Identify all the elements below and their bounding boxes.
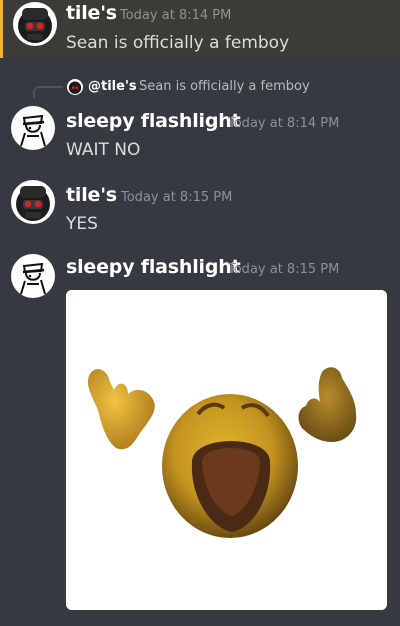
- message: tile's Today at 8:15 PM YES: [0, 176, 400, 236]
- sketch-character-avatar-icon[interactable]: [11, 254, 55, 298]
- sketch-character-avatar-icon[interactable]: [11, 106, 55, 150]
- message-author[interactable]: tile's: [66, 184, 117, 206]
- message-timestamp: Today at 8:15 PM: [121, 190, 233, 205]
- message-author[interactable]: sleepy flashlight: [66, 256, 241, 278]
- message-content: WAIT NO: [66, 140, 141, 160]
- message-author[interactable]: tile's: [66, 2, 117, 24]
- message-timestamp: Today at 8:15 PM: [228, 262, 340, 277]
- message-highlighted: tile's Today at 8:14 PM Sean is official…: [0, 0, 400, 58]
- message: sleepy flashlight Today at 8:14 PM WAIT …: [0, 104, 400, 164]
- message-timestamp: Today at 8:14 PM: [120, 8, 232, 23]
- message-author[interactable]: sleepy flashlight: [66, 110, 241, 132]
- message-content: Sean is officially a femboy: [66, 33, 290, 53]
- reply-connector: [33, 86, 63, 98]
- message-timestamp: Today at 8:14 PM: [228, 116, 340, 131]
- red-eyed-helmet-avatar-icon[interactable]: [11, 180, 55, 224]
- message-content: YES: [66, 214, 98, 234]
- red-eyed-helmet-avatar-icon[interactable]: [67, 79, 83, 95]
- reply-author[interactable]: @tile's: [88, 79, 137, 94]
- image-attachment[interactable]: [66, 290, 387, 610]
- reply-preview-text[interactable]: Sean is officially a femboy: [139, 79, 310, 94]
- screaming-emoji-with-raised-hands-image: [66, 290, 387, 610]
- red-eyed-helmet-avatar-icon[interactable]: [13, 2, 57, 46]
